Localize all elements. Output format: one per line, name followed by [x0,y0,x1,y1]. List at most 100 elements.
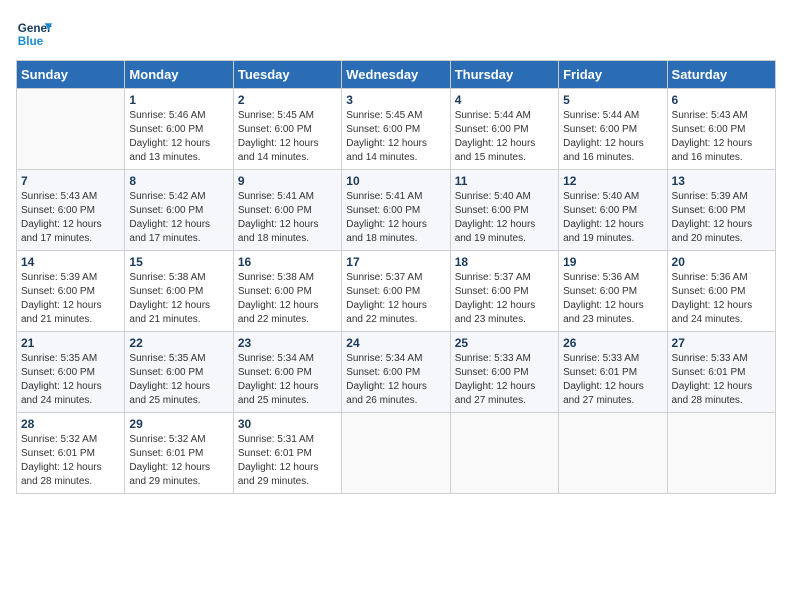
calendar-cell: 1 Sunrise: 5:46 AM Sunset: 6:00 PM Daylig… [125,89,233,170]
day-number: 5 [563,93,662,107]
calendar-cell: 25 Sunrise: 5:33 AM Sunset: 6:00 PM Dayli… [450,332,558,413]
calendar-cell [17,89,125,170]
day-info: Sunrise: 5:34 AM Sunset: 6:00 PM Dayligh… [346,352,445,408]
day-number: 7 [21,174,120,188]
calendar-cell: 9 Sunrise: 5:41 AM Sunset: 6:00 PM Daylig… [233,170,341,251]
day-info: Sunrise: 5:40 AM Sunset: 6:00 PM Dayligh… [455,190,554,246]
header-day-monday: Monday [125,61,233,89]
day-info: Sunrise: 5:40 AM Sunset: 6:00 PM Dayligh… [563,190,662,246]
svg-text:Blue: Blue [18,35,44,48]
day-number: 1 [129,93,228,107]
day-number: 15 [129,255,228,269]
logo: General Blue [16,16,56,52]
day-info: Sunrise: 5:46 AM Sunset: 6:00 PM Dayligh… [129,109,228,165]
header-day-friday: Friday [559,61,667,89]
calendar-cell: 19 Sunrise: 5:36 AM Sunset: 6:00 PM Dayli… [559,251,667,332]
day-info: Sunrise: 5:44 AM Sunset: 6:00 PM Dayligh… [563,109,662,165]
day-number: 3 [346,93,445,107]
day-info: Sunrise: 5:33 AM Sunset: 6:00 PM Dayligh… [455,352,554,408]
day-info: Sunrise: 5:35 AM Sunset: 6:00 PM Dayligh… [129,352,228,408]
page-header: General Blue [16,16,776,52]
calendar-week-5: 28 Sunrise: 5:32 AM Sunset: 6:01 PM Dayli… [17,413,776,494]
day-info: Sunrise: 5:44 AM Sunset: 6:00 PM Dayligh… [455,109,554,165]
day-info: Sunrise: 5:41 AM Sunset: 6:00 PM Dayligh… [346,190,445,246]
day-info: Sunrise: 5:33 AM Sunset: 6:01 PM Dayligh… [672,352,771,408]
day-info: Sunrise: 5:43 AM Sunset: 6:00 PM Dayligh… [672,109,771,165]
calendar-cell: 5 Sunrise: 5:44 AM Sunset: 6:00 PM Daylig… [559,89,667,170]
day-info: Sunrise: 5:32 AM Sunset: 6:01 PM Dayligh… [21,433,120,489]
day-info: Sunrise: 5:45 AM Sunset: 6:00 PM Dayligh… [346,109,445,165]
day-info: Sunrise: 5:43 AM Sunset: 6:00 PM Dayligh… [21,190,120,246]
calendar-cell: 21 Sunrise: 5:35 AM Sunset: 6:00 PM Dayli… [17,332,125,413]
day-number: 29 [129,417,228,431]
calendar-cell: 18Sunrise: 5:37 AM Sunset: 6:00 PM Dayli… [450,251,558,332]
header-day-saturday: Saturday [667,61,775,89]
day-info: Sunrise: 5:39 AM Sunset: 6:00 PM Dayligh… [672,190,771,246]
day-info: Sunrise: 5:32 AM Sunset: 6:01 PM Dayligh… [129,433,228,489]
day-number: 23 [238,336,337,350]
calendar-week-1: 1 Sunrise: 5:46 AM Sunset: 6:00 PM Daylig… [17,89,776,170]
day-number: 18 [455,255,554,269]
day-info: Sunrise: 5:31 AM Sunset: 6:01 PM Dayligh… [238,433,337,489]
calendar-week-3: 14 Sunrise: 5:39 AM Sunset: 6:00 PM Dayli… [17,251,776,332]
header-day-wednesday: Wednesday [342,61,450,89]
day-info: Sunrise: 5:36 AM Sunset: 6:00 PM Dayligh… [672,271,771,327]
header-day-sunday: Sunday [17,61,125,89]
day-number: 24 [346,336,445,350]
day-info: Sunrise: 5:38 AM Sunset: 6:00 PM Dayligh… [238,271,337,327]
calendar-cell: 4 Sunrise: 5:44 AM Sunset: 6:00 PM Daylig… [450,89,558,170]
calendar-cell [342,413,450,494]
day-info: Sunrise: 5:36 AM Sunset: 6:00 PM Dayligh… [563,271,662,327]
day-number: 13 [672,174,771,188]
day-number: 19 [563,255,662,269]
calendar-cell: 29 Sunrise: 5:32 AM Sunset: 6:01 PM Dayli… [125,413,233,494]
calendar-cell: 26Sunrise: 5:33 AM Sunset: 6:01 PM Dayli… [559,332,667,413]
day-number: 9 [238,174,337,188]
calendar-cell: 24 Sunrise: 5:34 AM Sunset: 6:00 PM Dayli… [342,332,450,413]
calendar-cell: 11Sunrise: 5:40 AM Sunset: 6:00 PM Dayli… [450,170,558,251]
logo-icon: General Blue [16,16,52,52]
day-number: 27 [672,336,771,350]
day-info: Sunrise: 5:35 AM Sunset: 6:00 PM Dayligh… [21,352,120,408]
calendar-cell: 8Sunrise: 5:42 AM Sunset: 6:00 PM Daylig… [125,170,233,251]
day-info: Sunrise: 5:39 AM Sunset: 6:00 PM Dayligh… [21,271,120,327]
header-day-tuesday: Tuesday [233,61,341,89]
header-day-thursday: Thursday [450,61,558,89]
calendar-cell [559,413,667,494]
day-number: 2 [238,93,337,107]
calendar-cell: 6Sunrise: 5:43 AM Sunset: 6:00 PM Daylig… [667,89,775,170]
day-number: 20 [672,255,771,269]
calendar-cell: 30 Sunrise: 5:31 AM Sunset: 6:01 PM Dayli… [233,413,341,494]
calendar-week-4: 21 Sunrise: 5:35 AM Sunset: 6:00 PM Dayli… [17,332,776,413]
calendar-cell: 23 Sunrise: 5:34 AM Sunset: 6:00 PM Dayli… [233,332,341,413]
day-number: 22 [129,336,228,350]
day-number: 28 [21,417,120,431]
day-info: Sunrise: 5:38 AM Sunset: 6:00 PM Dayligh… [129,271,228,327]
day-number: 14 [21,255,120,269]
day-info: Sunrise: 5:41 AM Sunset: 6:00 PM Dayligh… [238,190,337,246]
day-number: 30 [238,417,337,431]
calendar-cell: 17 Sunrise: 5:37 AM Sunset: 6:00 PM Dayli… [342,251,450,332]
calendar-table: SundayMondayTuesdayWednesdayThursdayFrid… [16,60,776,494]
day-number: 17 [346,255,445,269]
calendar-cell [667,413,775,494]
calendar-cell: 12 Sunrise: 5:40 AM Sunset: 6:00 PM Dayli… [559,170,667,251]
day-info: Sunrise: 5:37 AM Sunset: 6:00 PM Dayligh… [346,271,445,327]
calendar-cell: 22 Sunrise: 5:35 AM Sunset: 6:00 PM Dayli… [125,332,233,413]
calendar-cell: 27 Sunrise: 5:33 AM Sunset: 6:01 PM Dayli… [667,332,775,413]
day-number: 21 [21,336,120,350]
day-number: 25 [455,336,554,350]
day-info: Sunrise: 5:33 AM Sunset: 6:01 PM Dayligh… [563,352,662,408]
day-info: Sunrise: 5:45 AM Sunset: 6:00 PM Dayligh… [238,109,337,165]
calendar-cell: 3 Sunrise: 5:45 AM Sunset: 6:00 PM Daylig… [342,89,450,170]
day-number: 10 [346,174,445,188]
day-number: 8 [129,174,228,188]
day-number: 4 [455,93,554,107]
day-number: 12 [563,174,662,188]
day-number: 16 [238,255,337,269]
calendar-header-row: SundayMondayTuesdayWednesdayThursdayFrid… [17,61,776,89]
calendar-cell: 16 Sunrise: 5:38 AM Sunset: 6:00 PM Dayli… [233,251,341,332]
day-info: Sunrise: 5:34 AM Sunset: 6:00 PM Dayligh… [238,352,337,408]
calendar-cell [450,413,558,494]
calendar-week-2: 7 Sunrise: 5:43 AM Sunset: 6:00 PM Daylig… [17,170,776,251]
